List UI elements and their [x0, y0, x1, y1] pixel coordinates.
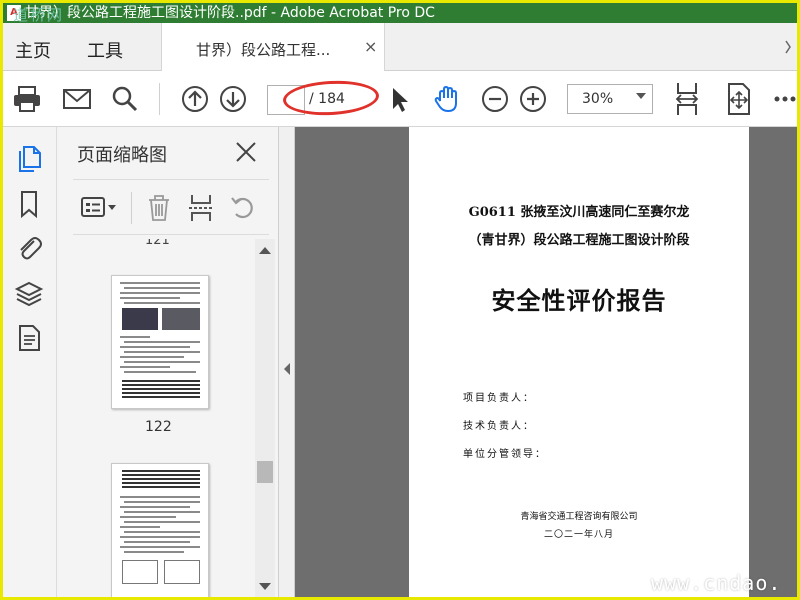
- doc-date: 二〇二一年八月: [543, 530, 614, 540]
- main-toolbar: / 184 30%: [3, 71, 797, 127]
- thumbnail-scrollbar[interactable]: [255, 239, 275, 597]
- menu-tools[interactable]: 工具: [87, 37, 123, 63]
- chevron-down-icon: [636, 93, 646, 99]
- window-title: 甘界）段公路工程施工图设计阶段..pdf - Adobe Acrobat Pro…: [25, 5, 435, 21]
- doc-title-line-1: G0611 张掖至汶川高速同仁至赛尔龙: [468, 205, 690, 220]
- toolbar-divider: [159, 83, 160, 115]
- doc-organization: 青海省交通工程咨询有限公司: [520, 512, 638, 522]
- mail-icon[interactable]: [61, 83, 93, 115]
- panel-collapse-handle[interactable]: [279, 127, 295, 597]
- menu-home[interactable]: 主页: [15, 37, 51, 63]
- hand-icon[interactable]: [431, 83, 463, 115]
- doc-field: 技术负责人：: [463, 421, 535, 432]
- search-icon[interactable]: [109, 83, 141, 115]
- select-arrow-icon[interactable]: [383, 83, 415, 115]
- scroll-mode-icon[interactable]: [723, 81, 755, 117]
- tab-bar: 主页 工具 甘界）段公路工程... ×: [3, 23, 797, 71]
- panel-title: 页面缩略图: [77, 145, 167, 166]
- close-icon[interactable]: [233, 139, 259, 165]
- zoom-out-icon[interactable]: [479, 83, 511, 115]
- thumbnail-toolbar: [73, 179, 269, 235]
- thumbnail-page[interactable]: [111, 275, 209, 409]
- document-page: G0611 张掖至汶川高速同仁至赛尔龙 （青甘界）段公路工程施工图设计阶段 安全…: [409, 127, 749, 597]
- extract-icon[interactable]: [185, 192, 217, 224]
- layers-icon[interactable]: [14, 279, 44, 309]
- site-watermark: www.cndao.: [651, 571, 782, 595]
- scrollbar-thumb[interactable]: [257, 461, 273, 483]
- delete-icon[interactable]: [143, 192, 175, 224]
- doc-field: 项目负责人：: [463, 393, 535, 404]
- title-bar: A 甘界）段公路工程施工图设计阶段..pdf - Adobe Acrobat P…: [3, 3, 797, 23]
- tab-overflow-icon[interactable]: [783, 35, 793, 59]
- print-icon[interactable]: [11, 83, 43, 115]
- doc-field: 单位分管领导：: [463, 449, 547, 460]
- app-window: A 甘界）段公路工程施工图设计阶段..pdf - Adobe Acrobat P…: [3, 3, 797, 597]
- page-up-icon[interactable]: [179, 83, 211, 115]
- panel-divider: [131, 192, 132, 224]
- navigation-rail: [3, 127, 57, 597]
- chevron-left-icon: [284, 363, 290, 375]
- rotate-icon[interactable]: [227, 192, 259, 224]
- chevron-up-icon[interactable]: [259, 247, 271, 254]
- chevron-down-icon[interactable]: [259, 583, 271, 590]
- document-tab[interactable]: 甘界）段公路工程... ×: [161, 23, 385, 71]
- thumbnail-page[interactable]: [111, 463, 209, 597]
- thumbnail-label: 122: [145, 419, 172, 435]
- document-tab-label: 甘界）段公路工程...: [196, 41, 331, 59]
- document-properties-icon[interactable]: [14, 323, 44, 353]
- thumbnail-list: 121 122: [73, 239, 253, 597]
- pages-icon[interactable]: [14, 143, 44, 173]
- thumbnail-options-icon[interactable]: [79, 192, 119, 224]
- bookmark-icon[interactable]: [14, 189, 44, 219]
- zoom-value: 30%: [582, 91, 614, 107]
- more-icon[interactable]: [773, 83, 797, 115]
- doc-main-title: 安全性评价报告: [491, 286, 667, 315]
- thumbnail-label: 121: [145, 239, 170, 248]
- page-down-icon[interactable]: [217, 83, 249, 115]
- zoom-select[interactable]: 30%: [567, 84, 653, 114]
- zoom-in-icon[interactable]: [517, 83, 549, 115]
- doc-title-line-2: （青甘界）段公路工程施工图设计阶段: [468, 233, 690, 248]
- thumbnail-panel: 页面缩略图 121 122: [57, 127, 279, 597]
- close-icon[interactable]: ×: [364, 37, 377, 56]
- watermark: 道桥网: [13, 6, 65, 23]
- attachment-icon[interactable]: [14, 233, 44, 263]
- fit-page-icon[interactable]: [671, 81, 703, 117]
